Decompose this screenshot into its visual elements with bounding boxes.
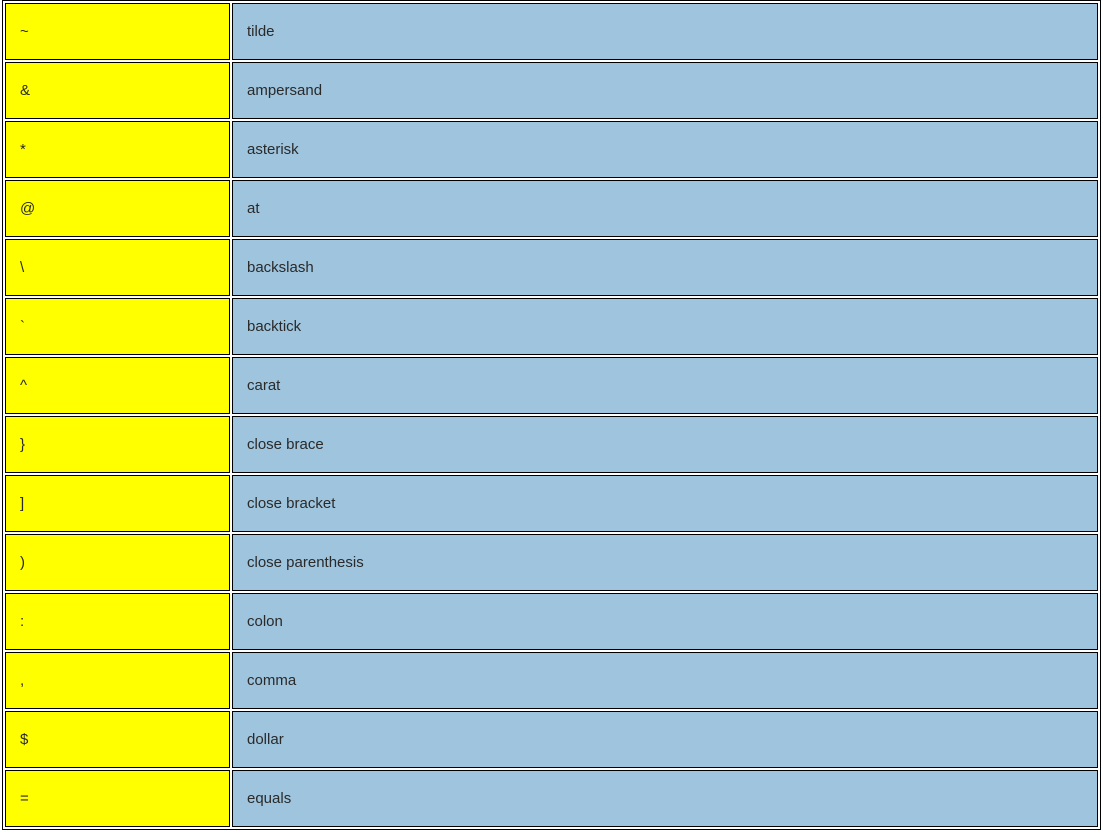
symbols-table-body: ~ tilde & ampersand * asterisk @ at \ ba… (5, 3, 1098, 827)
symbol-cell: ~ (5, 3, 230, 60)
table-row: ~ tilde (5, 3, 1098, 60)
table-row: ^ carat (5, 357, 1098, 414)
table-row: , comma (5, 652, 1098, 709)
table-row: $ dollar (5, 711, 1098, 768)
symbol-cell: ` (5, 298, 230, 355)
table-row: * asterisk (5, 121, 1098, 178)
name-cell: dollar (232, 711, 1098, 768)
table-row: : colon (5, 593, 1098, 650)
name-cell: backtick (232, 298, 1098, 355)
name-cell: colon (232, 593, 1098, 650)
symbol-cell: , (5, 652, 230, 709)
symbol-cell: $ (5, 711, 230, 768)
symbol-cell: ^ (5, 357, 230, 414)
table-row: } close brace (5, 416, 1098, 473)
name-cell: close brace (232, 416, 1098, 473)
name-cell: tilde (232, 3, 1098, 60)
symbol-cell: ) (5, 534, 230, 591)
name-cell: comma (232, 652, 1098, 709)
symbol-cell: @ (5, 180, 230, 237)
name-cell: ampersand (232, 62, 1098, 119)
symbol-cell: : (5, 593, 230, 650)
symbol-cell: = (5, 770, 230, 827)
name-cell: equals (232, 770, 1098, 827)
symbol-cell: } (5, 416, 230, 473)
symbol-cell: * (5, 121, 230, 178)
symbol-cell: ] (5, 475, 230, 532)
name-cell: backslash (232, 239, 1098, 296)
symbols-table: ~ tilde & ampersand * asterisk @ at \ ba… (2, 0, 1101, 830)
symbol-cell: & (5, 62, 230, 119)
table-row: ] close bracket (5, 475, 1098, 532)
symbol-cell: \ (5, 239, 230, 296)
table-row: ` backtick (5, 298, 1098, 355)
table-row: & ampersand (5, 62, 1098, 119)
name-cell: asterisk (232, 121, 1098, 178)
name-cell: carat (232, 357, 1098, 414)
name-cell: at (232, 180, 1098, 237)
table-row: = equals (5, 770, 1098, 827)
table-row: @ at (5, 180, 1098, 237)
table-row: ) close parenthesis (5, 534, 1098, 591)
table-row: \ backslash (5, 239, 1098, 296)
name-cell: close parenthesis (232, 534, 1098, 591)
name-cell: close bracket (232, 475, 1098, 532)
